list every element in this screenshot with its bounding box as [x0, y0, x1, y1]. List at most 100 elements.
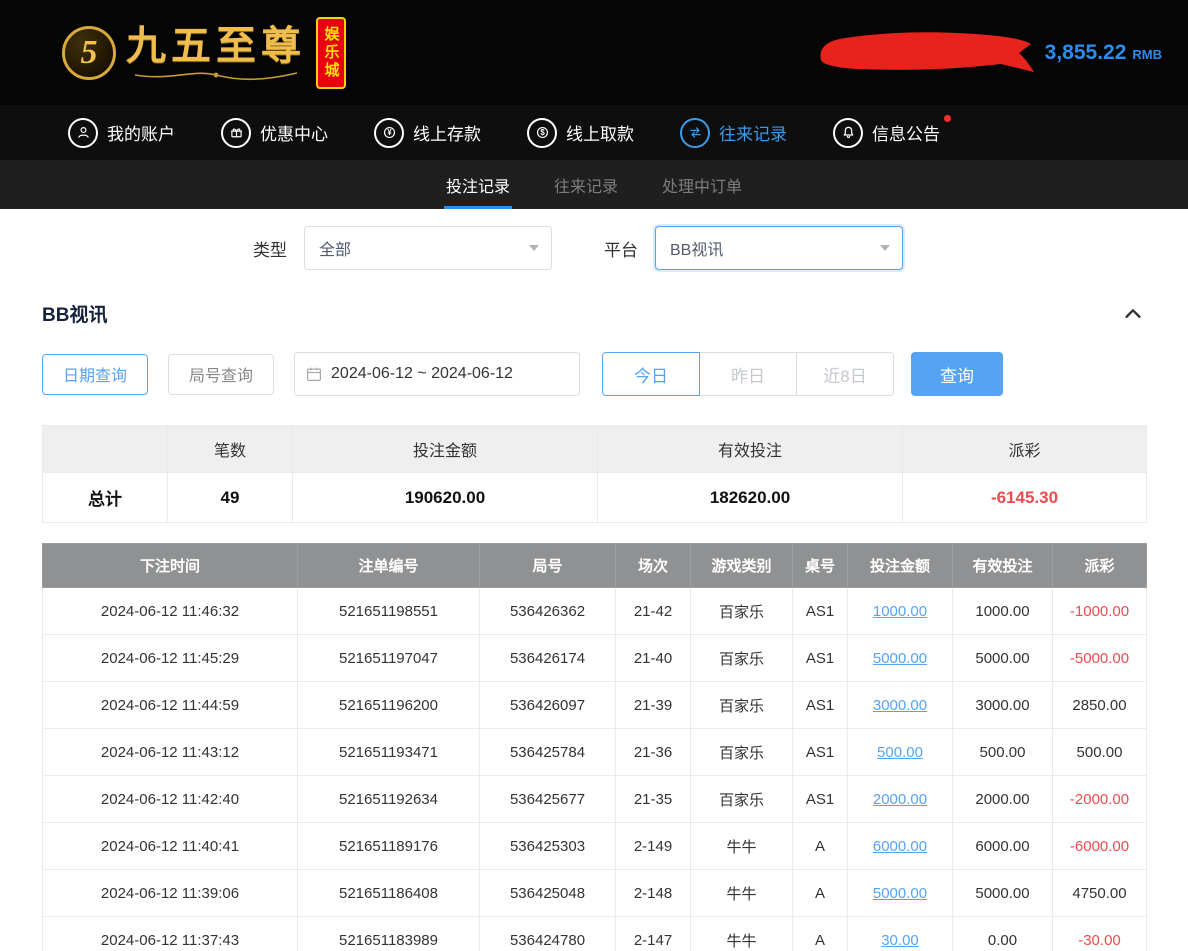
header-game-type: 游戏类别	[691, 544, 793, 588]
platform-select[interactable]: BB视讯	[655, 226, 903, 270]
cell-valid-bet: 0.00	[953, 917, 1053, 951]
cell-table-no: AS1	[793, 682, 848, 729]
filter-row: 类型 全部 平台 BB视讯	[253, 226, 1188, 270]
cell-table-no: A	[793, 870, 848, 917]
cell-round-no: 536426362	[480, 588, 616, 635]
cell-bet-amount-link[interactable]: 500.00	[848, 729, 953, 776]
summary-total-row: 总计 49 190620.00 182620.00 -6145.30	[43, 473, 1147, 523]
nav-item-promotions[interactable]: 优惠中心	[221, 118, 328, 148]
nav-item-my-account[interactable]: 我的账户	[68, 118, 175, 148]
search-button[interactable]: 查询	[911, 352, 1003, 396]
cell-order-no: 521651197047	[298, 635, 480, 682]
cell-payout: -2000.00	[1053, 776, 1147, 823]
cell-bet-amount-link[interactable]: 5000.00	[848, 870, 953, 917]
summary-valid-bet-value: 182620.00	[598, 473, 903, 523]
nav-item-withdraw[interactable]: $ 线上取款	[527, 118, 634, 148]
nav-item-transaction-records[interactable]: 往来记录	[680, 118, 787, 148]
tab-label: 处理中订单	[662, 173, 742, 197]
cell-valid-bet: 1000.00	[953, 588, 1053, 635]
nav-item-label: 线上取款	[566, 120, 634, 145]
last-8-days-button[interactable]: 近8日	[796, 352, 894, 396]
cell-order-no: 521651183989	[298, 917, 480, 951]
cell-bet-time: 2024-06-12 11:39:06	[43, 870, 298, 917]
round-query-button[interactable]: 局号查询	[168, 354, 274, 395]
summary-table: 笔数 投注金额 有效投注 派彩 总计 49 190620.00 182620.0…	[42, 425, 1147, 523]
cell-session: 21-35	[616, 776, 691, 823]
summary-payout-value: -6145.30	[903, 473, 1147, 523]
cell-table-no: AS1	[793, 635, 848, 682]
cell-valid-bet: 2000.00	[953, 776, 1053, 823]
cell-valid-bet: 500.00	[953, 729, 1053, 776]
today-button[interactable]: 今日	[602, 352, 700, 396]
table-row: 2024-06-12 11:46:32 521651198551 5364263…	[43, 588, 1147, 635]
cell-order-no: 521651196200	[298, 682, 480, 729]
user-icon	[68, 118, 98, 148]
tab-transaction-records[interactable]: 往来记录	[552, 160, 620, 209]
tab-label: 投注记录	[446, 173, 510, 197]
cell-round-no: 536425784	[480, 729, 616, 776]
cell-bet-amount-link[interactable]: 3000.00	[848, 682, 953, 729]
cell-round-no: 536425303	[480, 823, 616, 870]
header-bet-time: 下注时间	[43, 544, 298, 588]
table-row: 2024-06-12 11:39:06 521651186408 5364250…	[43, 870, 1147, 917]
cell-bet-amount-link[interactable]: 6000.00	[848, 823, 953, 870]
nav-item-announcements[interactable]: 信息公告	[833, 118, 940, 148]
cell-bet-amount-link[interactable]: 5000.00	[848, 635, 953, 682]
type-select[interactable]: 全部	[304, 226, 552, 270]
cell-round-no: 536425677	[480, 776, 616, 823]
cell-table-no: AS1	[793, 588, 848, 635]
header-bet-amount: 投注金额	[848, 544, 953, 588]
nav-item-label: 信息公告	[872, 120, 940, 145]
cell-game-type: 百家乐	[691, 588, 793, 635]
cell-bet-amount-link[interactable]: 2000.00	[848, 776, 953, 823]
cell-valid-bet: 3000.00	[953, 682, 1053, 729]
calendar-icon	[305, 365, 323, 383]
chevron-down-icon	[529, 245, 539, 251]
cell-bet-time: 2024-06-12 11:44:59	[43, 682, 298, 729]
cell-bet-amount-link[interactable]: 1000.00	[848, 588, 953, 635]
date-range-input[interactable]: 2024-06-12 ~ 2024-06-12	[294, 352, 580, 396]
cell-valid-bet: 5000.00	[953, 870, 1053, 917]
cell-round-no: 536426097	[480, 682, 616, 729]
nav-item-label: 优惠中心	[260, 120, 328, 145]
cell-game-type: 百家乐	[691, 635, 793, 682]
nav-item-label: 我的账户	[107, 120, 175, 145]
tab-bet-records[interactable]: 投注记录	[444, 160, 512, 209]
button-label: 日期查询	[63, 362, 127, 386]
site-logo[interactable]: 5 九五至尊 娱乐城	[62, 17, 346, 89]
page: 5 九五至尊 娱乐城 3,855.22 RMB	[0, 0, 1188, 951]
cell-bet-amount-link[interactable]: 30.00	[848, 917, 953, 951]
cell-game-type: 牛牛	[691, 917, 793, 951]
bet-table-body: 2024-06-12 11:46:32 521651198551 5364263…	[43, 588, 1147, 951]
date-range-value: 2024-06-12 ~ 2024-06-12	[331, 365, 513, 383]
cell-session: 2-149	[616, 823, 691, 870]
summary-bet-amount-value: 190620.00	[293, 473, 598, 523]
section-header: BB视讯	[42, 300, 1144, 327]
header-payout: 派彩	[1053, 544, 1147, 588]
gift-icon	[221, 118, 251, 148]
balance-currency: RMB	[1132, 47, 1162, 62]
cell-bet-time: 2024-06-12 11:46:32	[43, 588, 298, 635]
bet-table-header-row: 下注时间 注单编号 局号 场次 游戏类别 桌号 投注金额 有效投注 派彩	[43, 544, 1147, 588]
cell-table-no: A	[793, 917, 848, 951]
cell-bet-time: 2024-06-12 11:40:41	[43, 823, 298, 870]
cell-game-type: 百家乐	[691, 682, 793, 729]
cell-order-no: 521651193471	[298, 729, 480, 776]
table-row: 2024-06-12 11:45:29 521651197047 5364261…	[43, 635, 1147, 682]
button-label: 局号查询	[189, 362, 253, 386]
cell-bet-time: 2024-06-12 11:42:40	[43, 776, 298, 823]
table-row: 2024-06-12 11:40:41 521651189176 5364253…	[43, 823, 1147, 870]
quick-date-group: 今日 昨日 近8日	[602, 352, 894, 396]
header-order-no: 注单编号	[298, 544, 480, 588]
collapse-section-button[interactable]	[1122, 303, 1144, 325]
cell-round-no: 536426174	[480, 635, 616, 682]
cell-round-no: 536425048	[480, 870, 616, 917]
nav-item-deposit[interactable]: ¥ 线上存款	[374, 118, 481, 148]
tab-processing-orders[interactable]: 处理中订单	[660, 160, 744, 209]
cell-valid-bet: 5000.00	[953, 635, 1053, 682]
table-row: 2024-06-12 11:44:59 521651196200 5364260…	[43, 682, 1147, 729]
summary-header-count: 笔数	[168, 426, 293, 473]
cell-payout: 2850.00	[1053, 682, 1147, 729]
yesterday-button[interactable]: 昨日	[699, 352, 797, 396]
date-query-button[interactable]: 日期查询	[42, 354, 148, 395]
